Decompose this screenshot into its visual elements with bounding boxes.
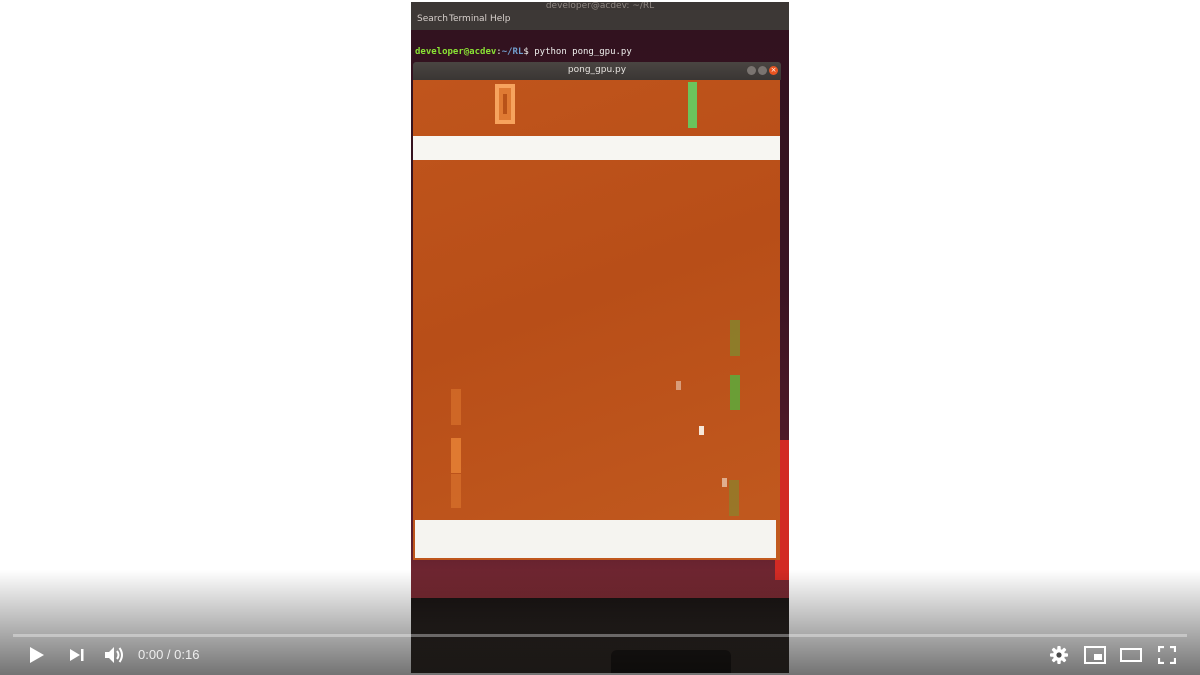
terminal-menubar: Search Terminal Help [411,10,789,30]
menu-search[interactable]: Search [417,14,448,24]
left-paddle-trail [451,389,461,425]
terminal-prompt: developer@acdev:~/RL$ python pong_gpu.py [415,47,632,57]
left-paddle-trail-lower [451,474,461,508]
right-paddle-trail [730,320,740,356]
theater-mode-icon [1120,648,1142,662]
next-icon [70,649,84,661]
ball-trail-lower [722,478,727,487]
theater-mode-button[interactable] [1116,642,1146,668]
prompt-command: python pong_gpu.py [534,47,632,57]
volume-icon [105,647,123,663]
game-window-title: pong_gpu.py [567,65,627,75]
ball-trail [676,381,681,390]
next-button[interactable] [62,642,92,668]
miniplayer-button[interactable] [1080,642,1110,668]
ball [699,426,704,435]
time-separator: / [163,647,175,662]
close-icon[interactable]: × [769,66,778,75]
current-time: 0:00 [138,647,164,662]
fullscreen-button[interactable] [1152,642,1182,668]
right-paddle [730,375,740,410]
miniplayer-icon [1084,646,1106,664]
left-score-digit [495,84,515,124]
maximize-icon[interactable] [758,66,767,75]
prompt-symbol: $ [523,47,529,57]
left-paddle [451,438,461,473]
settings-icon [1050,646,1068,664]
settings-button[interactable] [1044,642,1074,668]
right-score-digit [688,82,697,128]
minimize-icon[interactable] [747,66,756,75]
time-display: 0:00 / 0:16 [138,647,199,662]
prompt-path: ~/RL [501,47,524,57]
menu-help[interactable]: Help [490,14,511,24]
duration: 0:16 [174,647,200,662]
terminal-title: developer@acdev: ~/RL [411,2,789,11]
mute-button[interactable] [99,642,129,668]
prompt-user: developer@acdev [415,47,497,57]
bottom-wall [415,520,776,558]
game-window-titlebar[interactable]: pong_gpu.py × [413,62,781,80]
fullscreen-icon [1158,646,1176,664]
top-wall [413,136,780,160]
menu-terminal[interactable]: Terminal [449,14,487,24]
right-paddle-trail-lower [729,480,739,516]
play-icon [30,647,44,663]
progress-bar[interactable] [13,634,1187,637]
pong-game-canvas [413,80,780,560]
video-player[interactable]: developer@acdev: ~/RL Search Terminal He… [0,0,1200,675]
play-button[interactable] [22,642,52,668]
